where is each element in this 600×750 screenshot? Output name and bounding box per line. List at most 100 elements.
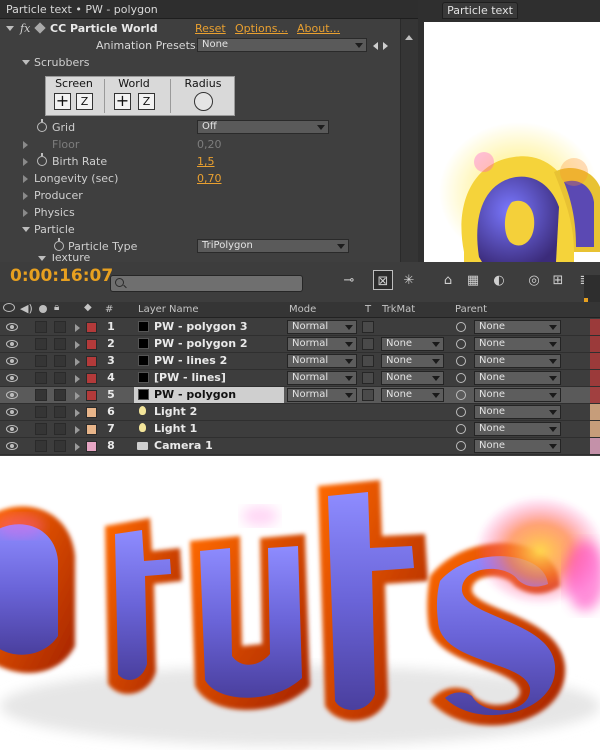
layer-name-cell[interactable]: Light 1 [134, 421, 284, 437]
audio-switch-header-icon[interactable]: ◀) [20, 302, 33, 315]
preserve-transparency-toggle[interactable] [362, 321, 374, 333]
layer-duration-bar[interactable] [590, 370, 600, 386]
video-visibility-eye-icon[interactable] [6, 391, 18, 399]
world-z-scrubber-button[interactable]: Z [138, 93, 155, 110]
parent-pick-whip-icon[interactable] [456, 424, 466, 434]
video-visibility-eye-icon[interactable] [6, 374, 18, 382]
video-visibility-eye-icon[interactable] [6, 323, 18, 331]
solo-switch[interactable] [35, 321, 47, 333]
layer-label-color[interactable] [86, 407, 97, 418]
parent-pick-whip-icon[interactable] [456, 322, 466, 332]
layer-row[interactable]: 7 Light 1 None [0, 421, 600, 438]
grid-dropdown[interactable]: Off [197, 120, 329, 134]
blend-mode-dropdown[interactable]: Normal [287, 371, 357, 385]
parent-pick-whip-icon[interactable] [456, 373, 466, 383]
layer-expand-triangle-icon[interactable] [75, 426, 80, 434]
blend-mode-dropdown[interactable]: Normal [287, 354, 357, 368]
expand-triangle-icon[interactable] [6, 26, 14, 31]
label-header-icon[interactable]: ◆ [84, 302, 92, 313]
layer-expand-triangle-icon[interactable] [75, 324, 80, 332]
layer-label-color[interactable] [86, 373, 97, 384]
layer-search-input[interactable] [110, 275, 303, 292]
stopwatch-icon[interactable] [37, 153, 47, 166]
expand-triangle-icon[interactable] [23, 192, 28, 200]
layer-expand-triangle-icon[interactable] [75, 358, 80, 366]
layer-label-color[interactable] [86, 356, 97, 367]
solo-header-icon[interactable] [39, 305, 47, 313]
property-row-texture[interactable]: Texture [0, 254, 418, 262]
lock-header-icon[interactable]: 🔒︎ [54, 302, 59, 313]
column-header-layer-name[interactable]: Layer Name [138, 304, 199, 315]
property-row-particle[interactable]: Particle [0, 221, 418, 238]
radius-scrubber-button[interactable] [194, 92, 213, 111]
layer-name-cell[interactable]: PW - polygon 2 [134, 336, 284, 352]
blend-mode-dropdown[interactable]: Normal [287, 388, 357, 402]
layer-duration-bar[interactable] [590, 319, 600, 335]
parent-dropdown[interactable]: None [474, 422, 561, 436]
layer-row[interactable]: 4 [PW - lines] Normal None None [0, 370, 600, 387]
layer-name-cell[interactable]: PW - lines 2 [134, 353, 284, 369]
parent-pick-whip-icon[interactable] [456, 441, 466, 451]
layer-row[interactable]: 5 PW - polygon Normal None None [0, 387, 600, 404]
layer-duration-bar[interactable] [590, 438, 600, 454]
solo-switch[interactable] [35, 355, 47, 367]
track-matte-dropdown[interactable]: None [381, 371, 444, 385]
expand-triangle-icon[interactable] [23, 141, 28, 149]
property-value[interactable]: 1,5 [197, 153, 215, 170]
layer-expand-triangle-icon[interactable] [75, 443, 80, 451]
layer-label-color[interactable] [86, 339, 97, 350]
layer-duration-bar[interactable] [590, 404, 600, 420]
lock-switch[interactable] [54, 355, 66, 367]
solo-switch[interactable] [35, 338, 47, 350]
comp-mini-flowchart-icon[interactable]: ⊸ [338, 270, 360, 292]
about-link[interactable]: About... [297, 20, 340, 37]
composition-tab[interactable]: Particle text [442, 2, 518, 19]
layer-duration-bar[interactable] [590, 387, 600, 403]
parent-dropdown[interactable]: None [474, 337, 561, 351]
layer-name-cell[interactable]: PW - polygon [134, 387, 284, 403]
draft-3d-icon[interactable]: ✳ [398, 270, 420, 292]
video-visibility-eye-icon[interactable] [6, 340, 18, 348]
property-row-producer[interactable]: Producer [0, 187, 418, 204]
parent-dropdown[interactable]: None [474, 320, 561, 334]
parent-pick-whip-icon[interactable] [456, 339, 466, 349]
preserve-transparency-toggle[interactable] [362, 355, 374, 367]
particle-type-dropdown[interactable]: TriPolygon [197, 239, 349, 253]
video-visibility-eye-icon[interactable] [6, 442, 18, 450]
lock-switch[interactable] [54, 406, 66, 418]
expand-triangle-icon[interactable] [23, 158, 28, 166]
video-visibility-eye-icon[interactable] [6, 408, 18, 416]
hide-shy-layers-icon[interactable]: ⌂ [437, 270, 459, 292]
property-row-physics[interactable]: Physics [0, 204, 418, 221]
layer-label-color[interactable] [86, 390, 97, 401]
layer-name-cell[interactable]: Light 2 [134, 404, 284, 420]
video-switch-header-icon[interactable] [3, 303, 15, 312]
expand-triangle-icon[interactable] [22, 60, 30, 65]
reset-link[interactable]: Reset [195, 20, 226, 37]
options-link[interactable]: Options... [235, 20, 288, 37]
expand-triangle-icon[interactable] [38, 256, 46, 261]
layer-row[interactable]: 3 PW - lines 2 Normal None None [0, 353, 600, 370]
lock-switch[interactable] [54, 372, 66, 384]
parent-dropdown[interactable]: None [474, 354, 561, 368]
solo-switch[interactable] [35, 389, 47, 401]
expand-triangle-icon[interactable] [22, 227, 30, 232]
layer-row[interactable]: 1 PW - polygon 3 Normal None [0, 319, 600, 336]
expand-triangle-icon[interactable] [23, 175, 28, 183]
world-xy-scrubber-button[interactable]: + [114, 93, 131, 110]
lock-switch[interactable] [54, 423, 66, 435]
parent-dropdown[interactable]: None [474, 405, 561, 419]
layer-expand-triangle-icon[interactable] [75, 341, 80, 349]
layer-label-color[interactable] [86, 322, 97, 333]
layer-expand-triangle-icon[interactable] [75, 409, 80, 417]
vertical-scrollbar[interactable] [400, 19, 418, 262]
solo-switch[interactable] [35, 440, 47, 452]
layer-duration-bar[interactable] [590, 421, 600, 437]
layer-expand-triangle-icon[interactable] [75, 375, 80, 383]
lock-switch[interactable] [54, 440, 66, 452]
frame-blending-icon[interactable]: ▦ [462, 270, 484, 292]
parent-dropdown[interactable]: None [474, 388, 561, 402]
preserve-transparency-toggle[interactable] [362, 338, 374, 350]
video-visibility-eye-icon[interactable] [6, 357, 18, 365]
motion-blur-icon[interactable]: ◐ [488, 270, 510, 292]
